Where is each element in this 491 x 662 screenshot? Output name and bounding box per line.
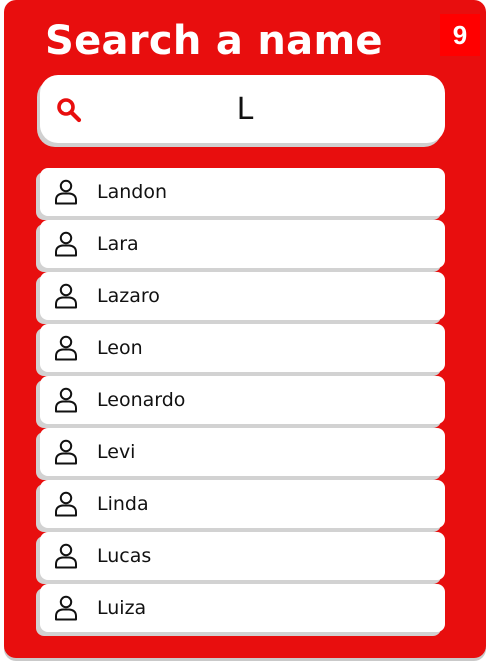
list-item-name: Leonardo: [97, 389, 186, 411]
list-item[interactable]: Lazaro: [40, 272, 445, 320]
results-list: Landon Lara Lazaro Leon Leonardo Levi Li…: [40, 168, 445, 636]
user-icon: [55, 179, 77, 205]
list-item-name: Lucas: [97, 545, 152, 567]
list-item[interactable]: Leon: [40, 324, 445, 372]
user-icon: [55, 335, 77, 361]
list-item[interactable]: Leonardo: [40, 376, 445, 424]
search-box[interactable]: [40, 75, 445, 143]
search-input[interactable]: [100, 83, 390, 135]
user-icon: [55, 543, 77, 569]
page-title: Search a name: [45, 18, 383, 64]
list-item-name: Levi: [97, 441, 136, 463]
user-icon: [55, 595, 77, 621]
list-item-name: Luiza: [97, 597, 147, 619]
search-panel: 9 Search a name Landon Lara: [4, 0, 486, 658]
list-item-name: Lara: [97, 233, 139, 255]
result-count-badge: 9: [440, 14, 480, 56]
list-item[interactable]: Luiza: [40, 584, 445, 632]
user-icon: [55, 491, 77, 517]
list-item-name: Leon: [97, 337, 143, 359]
list-item[interactable]: Linda: [40, 480, 445, 528]
user-icon: [55, 283, 77, 309]
list-item[interactable]: Lucas: [40, 532, 445, 580]
search-icon[interactable]: [56, 97, 82, 123]
list-item-name: Landon: [97, 181, 167, 203]
list-item[interactable]: Levi: [40, 428, 445, 476]
list-item-name: Linda: [97, 493, 149, 515]
user-icon: [55, 439, 77, 465]
list-item[interactable]: Lara: [40, 220, 445, 268]
list-item-name: Lazaro: [97, 285, 160, 307]
user-icon: [55, 231, 77, 257]
list-item[interactable]: Landon: [40, 168, 445, 216]
user-icon: [55, 387, 77, 413]
